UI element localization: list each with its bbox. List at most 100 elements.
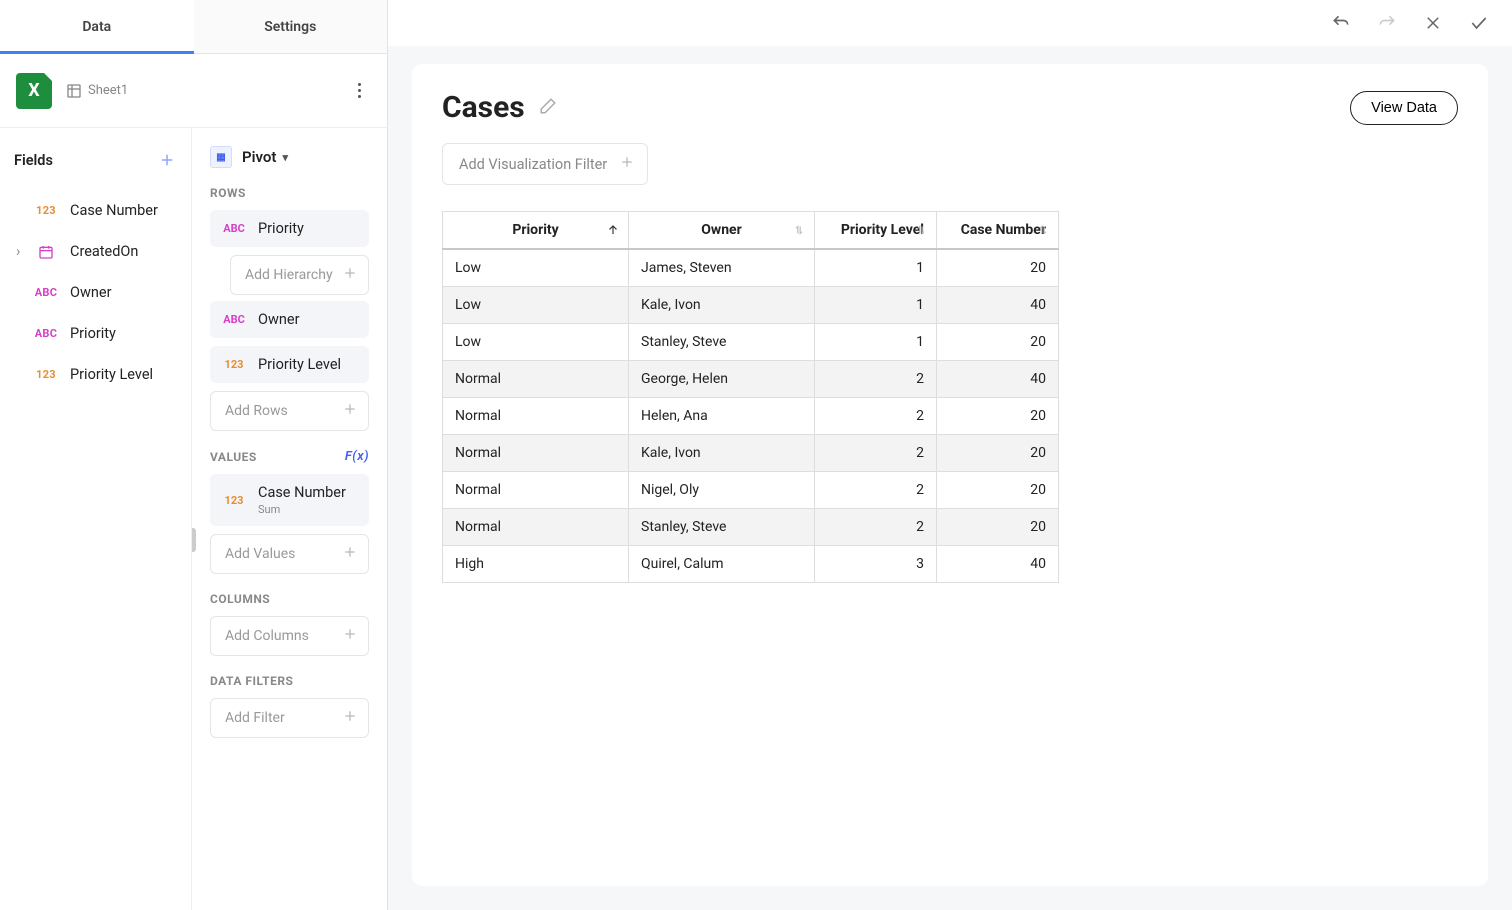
tab-settings-label: Settings <box>264 19 316 35</box>
table-row: HighQuirel, Calum340 <box>443 546 1059 583</box>
cell-priority: Low <box>443 324 629 361</box>
add-filter-slot[interactable]: Add Filter <box>210 698 369 738</box>
cell-case-number: 20 <box>937 324 1059 361</box>
pivot-icon: ▦ <box>210 146 232 168</box>
field-label: Case Number <box>70 202 158 219</box>
column-header-label: Priority <box>512 222 558 238</box>
add-visualization-filter-button[interactable]: Add Visualization Filter <box>442 143 648 185</box>
values-section-label: VALUES F(x) <box>210 449 369 464</box>
cell-owner: Kale, Ivon <box>629 435 815 472</box>
add-filter-label: Add Filter <box>225 710 285 726</box>
value-token[interactable]: 123Case NumberSum <box>210 474 369 526</box>
add-hierarchy-slot[interactable]: Add Hierarchy <box>230 255 369 295</box>
tab-settings[interactable]: Settings <box>194 0 388 53</box>
cell-priority: Normal <box>443 509 629 546</box>
column-header-plevel[interactable]: Priority Level <box>815 212 937 250</box>
numeric-type-icon: 123 <box>34 204 58 217</box>
chevron-down-icon: ▾ <box>282 151 288 164</box>
editor-toolbar <box>388 0 1512 46</box>
text-type-icon: ABC <box>34 327 58 340</box>
column-header-label: Owner <box>701 222 741 238</box>
field-label: Priority <box>70 325 116 342</box>
add-columns-slot[interactable]: Add Columns <box>210 616 369 656</box>
cell-priority-level: 2 <box>815 509 937 546</box>
cell-owner: Stanley, Steve <box>629 324 815 361</box>
field-item[interactable]: ABCOwner <box>14 272 181 313</box>
column-header-label: Priority Level <box>841 222 924 238</box>
cell-case-number: 40 <box>937 546 1059 583</box>
redo-button[interactable] <box>1376 12 1398 34</box>
add-values-label: Add Values <box>225 546 295 562</box>
table-row: NormalHelen, Ana220 <box>443 398 1059 435</box>
pivot-label: Pivot <box>242 148 276 166</box>
cell-owner: Nigel, Oly <box>629 472 815 509</box>
column-header-priority[interactable]: Priority <box>443 212 629 250</box>
excel-icon: X <box>16 73 52 109</box>
cell-owner: Stanley, Steve <box>629 509 815 546</box>
config-tabs: Data Settings <box>0 0 387 54</box>
close-button[interactable] <box>1422 12 1444 34</box>
add-values-slot[interactable]: Add Values <box>210 534 369 574</box>
pivot-config-panel: ▦ Pivot ▾ ROWS ABCPriorityAdd HierarchyA… <box>192 128 387 910</box>
table-row: NormalKale, Ivon220 <box>443 435 1059 472</box>
plus-icon <box>158 151 176 169</box>
cell-owner: Helen, Ana <box>629 398 815 435</box>
fx-button[interactable]: F(x) <box>345 449 369 464</box>
source-more-menu[interactable] <box>347 79 371 103</box>
visualization-type-selector[interactable]: ▦ Pivot ▾ <box>210 146 369 168</box>
cell-case-number: 20 <box>937 249 1059 287</box>
sort-asc-icon <box>606 223 620 237</box>
plus-icon <box>342 708 358 728</box>
cell-priority: Low <box>443 287 629 324</box>
pencil-icon <box>539 97 557 115</box>
cell-case-number: 20 <box>937 472 1059 509</box>
value-token-label: Case Number <box>258 484 346 501</box>
column-header-label: Case Number <box>961 222 1046 238</box>
edit-title-button[interactable] <box>539 97 557 119</box>
plus-icon <box>342 544 358 564</box>
undo-button[interactable] <box>1330 12 1352 34</box>
row-token-label: Owner <box>258 311 299 328</box>
field-item[interactable]: ›CreatedOn <box>14 231 181 272</box>
cell-case-number: 20 <box>937 509 1059 546</box>
grid-icon <box>66 83 82 99</box>
sheet-selector[interactable]: Sheet1 <box>66 83 128 99</box>
field-item[interactable]: ABC Priority <box>14 313 181 354</box>
field-item[interactable]: 123 Case Number <box>14 190 181 231</box>
data-source-row: X Sheet1 <box>0 54 387 128</box>
add-rows-label: Add Rows <box>225 403 288 419</box>
numeric-type-icon: 123 <box>222 494 246 507</box>
add-rows-slot[interactable]: Add Rows <box>210 391 369 431</box>
tab-data[interactable]: Data <box>0 0 194 53</box>
fields-title: Fields <box>14 152 53 169</box>
table-row: NormalGeorge, Helen240 <box>443 361 1059 398</box>
visualization-canvas: Cases View Data Add Visualization Filter… <box>412 64 1488 886</box>
field-label: Priority Level <box>70 366 153 383</box>
sort-icon <box>792 223 806 237</box>
cell-priority: Normal <box>443 398 629 435</box>
field-item[interactable]: 123Priority Level <box>14 354 181 395</box>
data-filters-section-label: DATA FILTERS <box>210 674 369 688</box>
date-type-icon <box>34 244 58 260</box>
cell-priority: Low <box>443 249 629 287</box>
sheet-name: Sheet1 <box>88 83 128 98</box>
plus-icon <box>619 154 635 174</box>
sort-icon <box>1036 223 1050 237</box>
sort-icon <box>914 223 928 237</box>
cell-priority-level: 2 <box>815 361 937 398</box>
column-header-casenum[interactable]: Case Number <box>937 212 1059 250</box>
cell-priority: High <box>443 546 629 583</box>
visualization-title: Cases <box>442 90 525 125</box>
add-field-button[interactable] <box>153 146 181 174</box>
confirm-button[interactable] <box>1468 12 1490 34</box>
row-token[interactable]: 123Priority Level <box>210 346 369 383</box>
plus-icon <box>342 626 358 646</box>
row-token[interactable]: ABCOwner <box>210 301 369 338</box>
view-data-button[interactable]: View Data <box>1350 91 1458 125</box>
column-header-owner[interactable]: Owner <box>629 212 815 250</box>
table-row: LowJames, Steven120 <box>443 249 1059 287</box>
text-type-icon: ABC <box>34 286 58 299</box>
row-token[interactable]: ABCPriority <box>210 210 369 247</box>
cell-owner: Quirel, Calum <box>629 546 815 583</box>
scroll-handle[interactable] <box>192 528 196 552</box>
